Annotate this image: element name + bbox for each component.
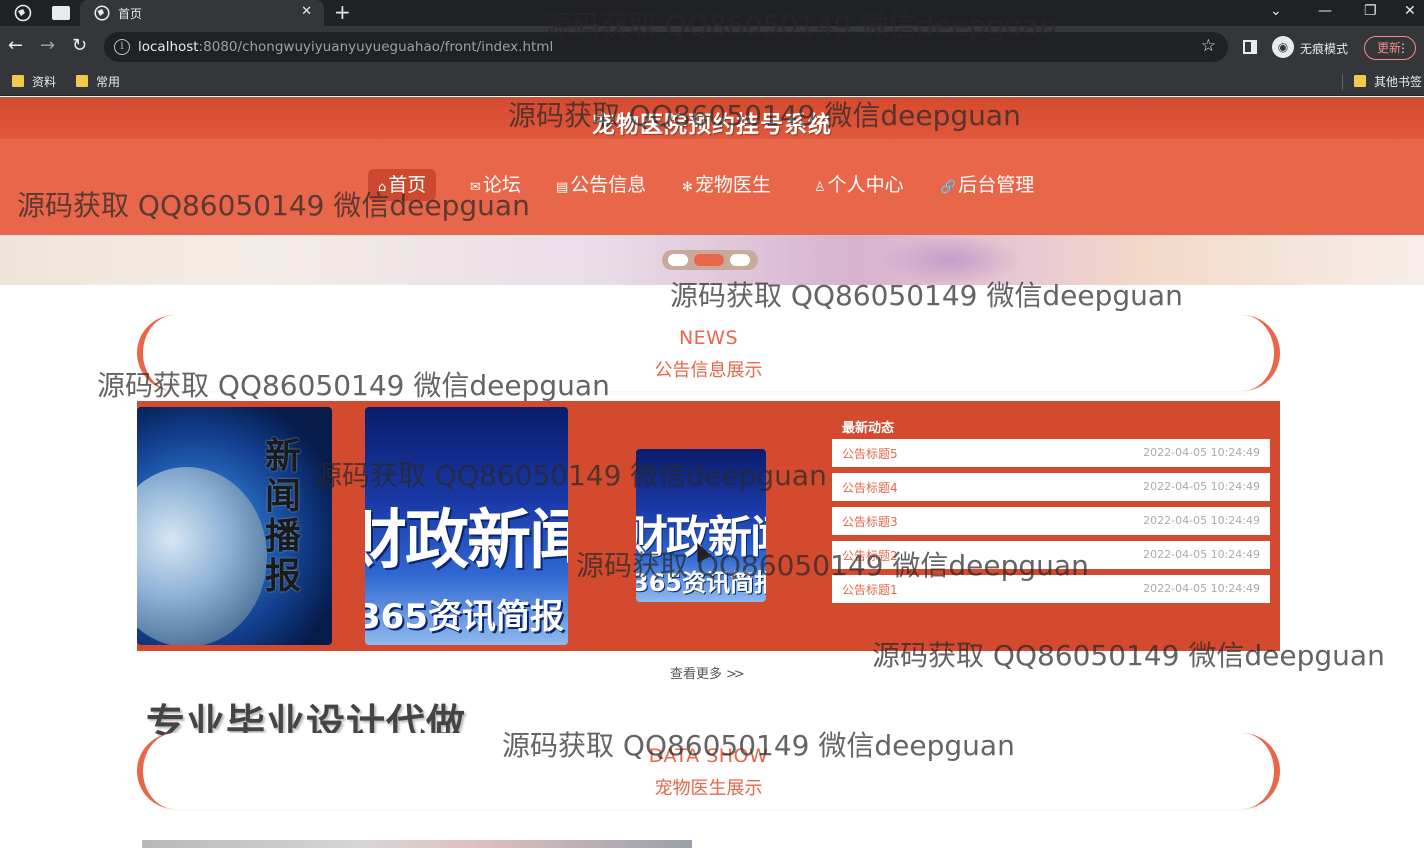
doctor-section-header: DATA SHOW 宠物医生展示 bbox=[137, 733, 1280, 809]
news-image[interactable]: 新闻播报 bbox=[137, 407, 332, 645]
double-chevron-right-icon: >> bbox=[726, 667, 745, 682]
folder-icon bbox=[12, 75, 24, 87]
nav-notices[interactable]: ▤ 公告信息 bbox=[556, 169, 646, 201]
bookmark-folder[interactable]: 常用 bbox=[76, 73, 120, 90]
carousel-indicators bbox=[662, 250, 758, 270]
bookmarks-bar: 资料 常用 其他书签 bbox=[0, 68, 1424, 96]
web-page: 宠物医院预约挂号系统 ⌂ 首页 ✉ 论坛 ▤ 公告信息 ✻ 宠物医生 ♙ 个人中心 🔗 后台… bbox=[0, 97, 1424, 848]
banner-image bbox=[880, 235, 1020, 285]
bookmark-separator bbox=[1342, 74, 1343, 90]
news-panel: 新闻播报 财政新闻 365资讯简报 财政新闻 365资讯简报 最新动态 公告标题… bbox=[137, 401, 1280, 651]
news-item[interactable]: 公告标题1 2022-04-05 10:24:49 bbox=[832, 575, 1270, 603]
address-bar[interactable]: i localhost:8080/chongwuyiyuanyuyueguaha… bbox=[104, 32, 1228, 62]
incognito-icon[interactable]: ◉ bbox=[1272, 36, 1294, 58]
news-section-header: NEWS 公告信息展示 bbox=[137, 315, 1280, 391]
browser-tab-bar: 首页 ✕ + ⌄ — ❐ ✕ bbox=[0, 0, 1424, 26]
news-item[interactable]: 公告标题4 2022-04-05 10:24:49 bbox=[832, 473, 1270, 501]
mail-icon: ✉ bbox=[470, 180, 481, 195]
other-bookmarks[interactable]: 其他书签 bbox=[1354, 73, 1422, 90]
news-image[interactable]: 财政新闻 365资讯简报 bbox=[365, 407, 568, 645]
section-title-en: DATA SHOW bbox=[648, 745, 769, 767]
side-panel-icon[interactable] bbox=[1243, 40, 1257, 54]
news-item[interactable]: 公告标题5 2022-04-05 10:24:49 bbox=[832, 439, 1270, 467]
tab-title: 首页 bbox=[118, 7, 143, 21]
browser-tab[interactable]: 首页 ✕ bbox=[80, 0, 324, 26]
url-text[interactable]: localhost:8080/chongwuyiyuanyuyueguahao/… bbox=[138, 39, 553, 55]
globe-icon bbox=[94, 5, 110, 21]
nav-profile[interactable]: ♙ 个人中心 bbox=[814, 169, 904, 201]
new-tab-icon[interactable]: + bbox=[334, 1, 351, 23]
incognito-label: 无痕模式 bbox=[1300, 42, 1349, 56]
window-close-icon[interactable]: ✕ bbox=[1404, 2, 1416, 20]
notice-icon: ▤ bbox=[556, 180, 569, 195]
doctor-icon: ✻ bbox=[682, 180, 693, 195]
tab-dropdown-icon[interactable]: ⌄ bbox=[1270, 2, 1282, 20]
section-title-en: NEWS bbox=[678, 327, 739, 349]
folder-icon bbox=[76, 75, 88, 87]
doctor-images-strip bbox=[142, 840, 692, 848]
news-image-subcaption: 365资讯简报 bbox=[636, 569, 766, 597]
nav-admin[interactable]: 🔗 后台管理 bbox=[940, 169, 1034, 201]
folder-icon bbox=[1354, 75, 1366, 87]
site-header: 宠物医院预约挂号系统 bbox=[0, 97, 1424, 139]
news-item[interactable]: 公告标题2 2022-04-05 10:24:49 bbox=[832, 541, 1270, 569]
section-title-cn: 公告信息展示 bbox=[654, 360, 763, 381]
back-icon[interactable]: ← bbox=[8, 35, 23, 57]
bookmark-folder[interactable]: 资料 bbox=[12, 73, 56, 90]
bookmark-star-icon[interactable]: ☆ bbox=[1201, 36, 1216, 56]
home-icon: ⌂ bbox=[378, 180, 387, 195]
news-image-subcaption: 365资讯简报 bbox=[365, 597, 564, 637]
latest-news-title: 最新动态 bbox=[842, 421, 895, 436]
news-image-caption: 新闻播报 bbox=[265, 436, 302, 597]
nav-forum[interactable]: ✉ 论坛 bbox=[470, 169, 521, 201]
link-icon: 🔗 bbox=[940, 180, 957, 195]
news-item[interactable]: 公告标题3 2022-04-05 10:24:49 bbox=[832, 507, 1270, 535]
user-icon: ♙ bbox=[814, 180, 826, 195]
browser-toolbar: ← → ↻ i localhost:8080/chongwuyiyuanyuyu… bbox=[0, 26, 1424, 68]
news-image-caption: 财政新闻 bbox=[365, 504, 568, 578]
site-title: 宠物医院预约挂号系统 bbox=[592, 112, 832, 138]
carousel-dot[interactable] bbox=[730, 254, 750, 266]
update-button[interactable]: 更新 ⋮ bbox=[1364, 36, 1416, 60]
restore-icon[interactable]: ❐ bbox=[1364, 2, 1377, 20]
reload-icon[interactable]: ↻ bbox=[72, 35, 87, 57]
carousel-dot-active[interactable] bbox=[694, 254, 724, 266]
carousel-dot[interactable] bbox=[668, 254, 688, 266]
view-more-link[interactable]: 查看更多 >> bbox=[670, 663, 745, 682]
close-icon[interactable]: ✕ bbox=[301, 4, 312, 19]
forward-icon[interactable]: → bbox=[40, 35, 55, 57]
section-title-cn: 宠物医生展示 bbox=[654, 778, 763, 799]
minimize-icon[interactable]: — bbox=[1318, 2, 1332, 20]
more-menu-icon[interactable]: ⋮ bbox=[1397, 37, 1409, 59]
nav-doctors[interactable]: ✻ 宠物医生 bbox=[682, 169, 771, 201]
carousel-banner[interactable] bbox=[0, 235, 1424, 285]
nav-home[interactable]: ⌂ 首页 bbox=[368, 169, 437, 201]
tab-strip-icon[interactable] bbox=[52, 6, 70, 20]
main-nav: ⌂ 首页 ✉ 论坛 ▤ 公告信息 ✻ 宠物医生 ♙ 个人中心 🔗 后台管理 bbox=[0, 139, 1424, 235]
news-image[interactable]: 财政新闻 365资讯简报 bbox=[636, 449, 766, 602]
info-icon[interactable]: i bbox=[114, 39, 130, 55]
tab-search-icon[interactable] bbox=[14, 4, 32, 22]
